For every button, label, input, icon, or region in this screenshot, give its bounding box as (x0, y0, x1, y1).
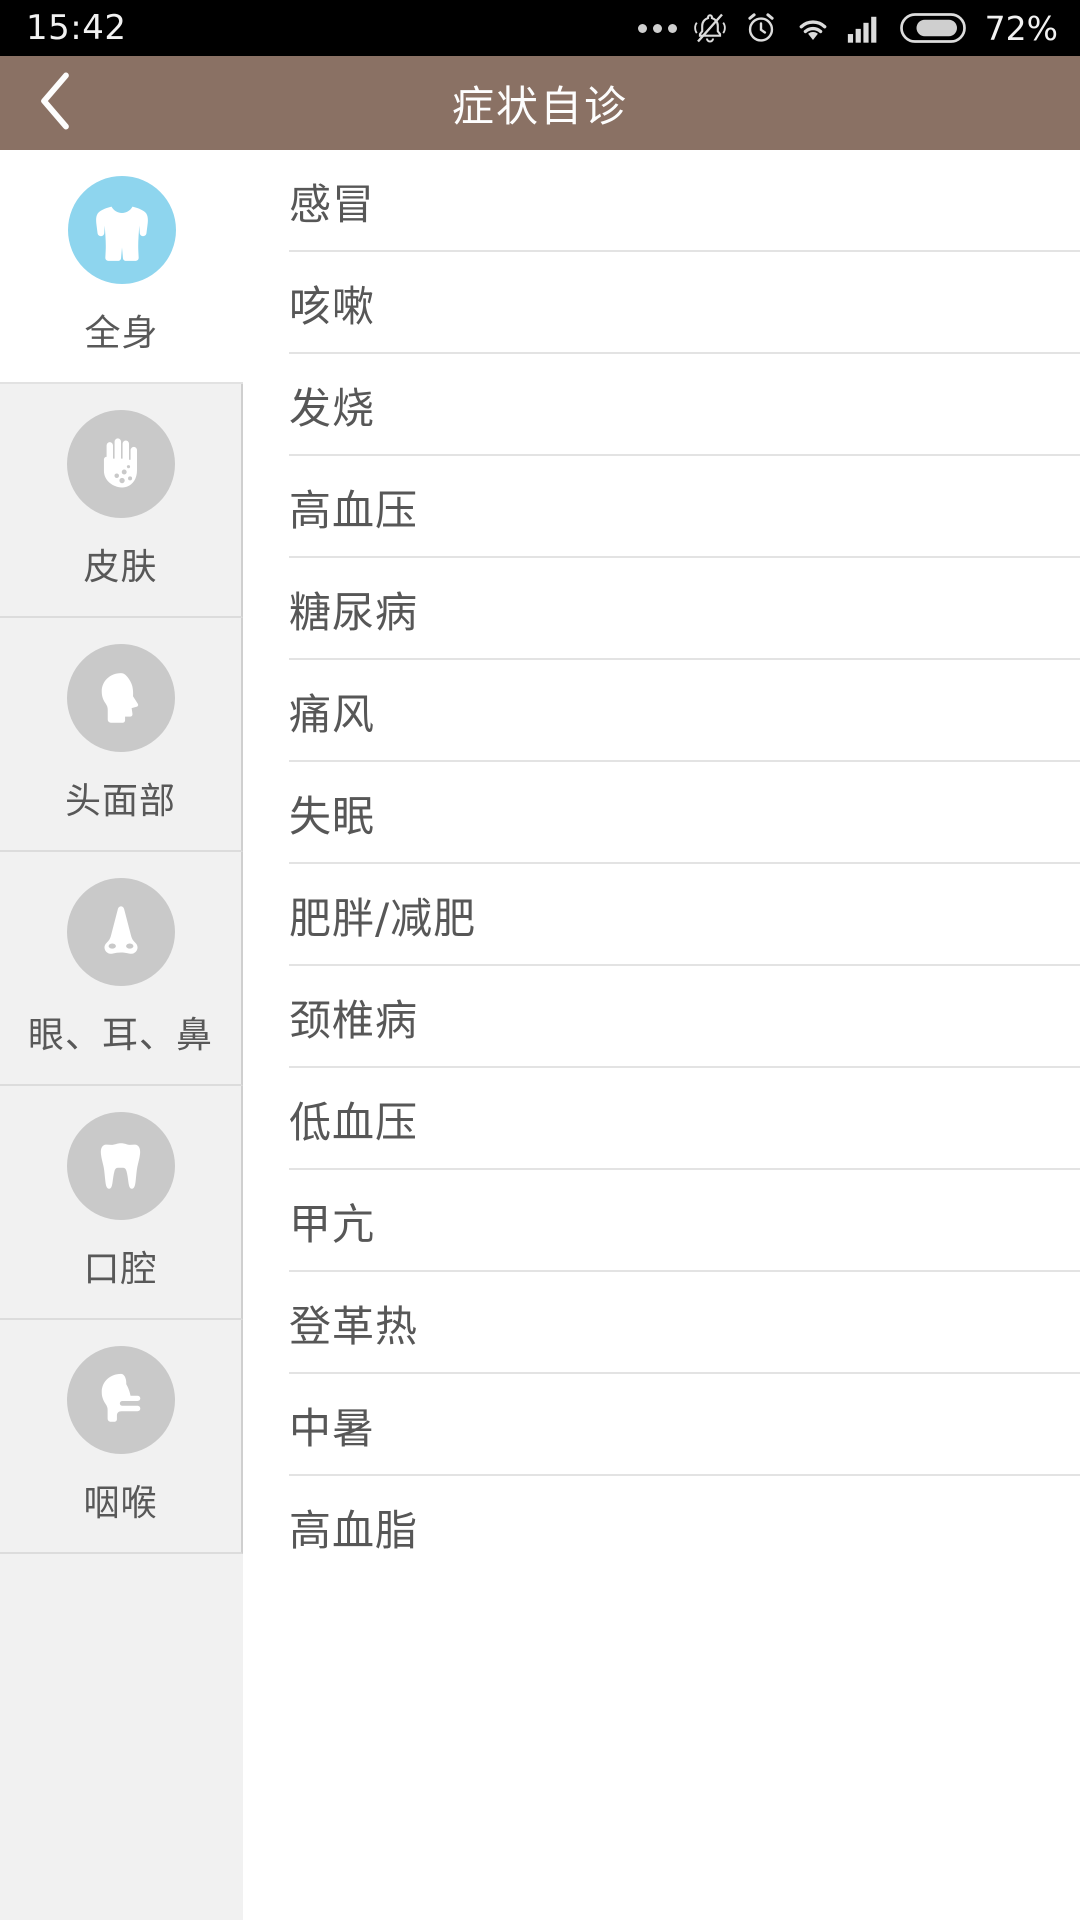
alarm-clock-icon (743, 10, 779, 46)
list-item[interactable]: 低血压 (243, 1068, 1080, 1170)
torso-body-icon (67, 176, 176, 284)
list-item-label: 低血压 (289, 1097, 419, 1147)
tooth-icon (66, 1112, 175, 1220)
status-bar: 15:42 72% (0, 0, 1080, 56)
list-item-label: 糖尿病 (289, 587, 419, 637)
nose-icon (66, 878, 175, 986)
list-item[interactable]: 登革热 (243, 1272, 1080, 1374)
list-item[interactable]: 感冒 (243, 150, 1080, 252)
sidebar-item-quanshen[interactable]: 全身 (0, 150, 243, 384)
list-item[interactable]: 咳嗽 (243, 252, 1080, 354)
list-item-label: 高血压 (289, 485, 419, 535)
sidebar-item-label: 头面部 (64, 781, 176, 822)
list-item[interactable]: 高血压 (243, 456, 1080, 558)
list-item[interactable]: 糖尿病 (243, 558, 1080, 660)
list-item-label: 肥胖/减肥 (289, 893, 477, 943)
status-time: 15:42 (26, 8, 127, 48)
sidebar-item-pifu[interactable]: 皮肤 (0, 384, 243, 618)
signal-bars-icon (847, 12, 885, 44)
sidebar-item-label: 全身 (84, 313, 159, 354)
list-item[interactable]: 发烧 (243, 354, 1080, 456)
sidebar-item-yanerbi[interactable]: 眼、耳、鼻 (0, 852, 243, 1086)
list-item-label: 甲亢 (289, 1199, 376, 1249)
list-item[interactable]: 中暑 (243, 1374, 1080, 1476)
head-profile-icon (66, 644, 175, 752)
bell-muted-icon (692, 10, 728, 46)
sidebar-item-label: 口腔 (83, 1249, 158, 1290)
main-content: 全身 皮肤 头面部 眼、耳、鼻 口腔 咽喉 感冒 咳嗽 发烧 高血压 糖尿病 痛… (0, 150, 1080, 1920)
hand-rash-icon (66, 410, 175, 518)
list-item[interactable]: 痛风 (243, 660, 1080, 762)
sidebar-item-yanhou[interactable]: 咽喉 (0, 1320, 243, 1554)
list-item-label: 发烧 (289, 383, 376, 433)
list-item[interactable]: 高血脂 (243, 1476, 1080, 1578)
list-item-label: 感冒 (289, 179, 376, 229)
status-icons: 72% (637, 8, 1058, 48)
list-item-label: 高血脂 (289, 1505, 419, 1555)
sidebar-item-label: 咽喉 (83, 1483, 158, 1524)
list-item-label: 咳嗽 (289, 281, 376, 331)
list-item[interactable]: 失眠 (243, 762, 1080, 864)
list-item[interactable]: 颈椎病 (243, 966, 1080, 1068)
list-item-label: 颈椎病 (289, 995, 419, 1045)
list-item[interactable]: 甲亢 (243, 1170, 1080, 1272)
app-header: 症状自诊 (0, 56, 1080, 150)
sidebar-item-kouqiang[interactable]: 口腔 (0, 1086, 243, 1320)
app-screen: 15:42 72% 症状自诊 全身 皮肤 头面部 眼、耳、鼻 口腔 咽喉 感冒 … (0, 0, 1080, 1920)
more-dots-icon (637, 23, 677, 33)
throat-head-icon (66, 1346, 175, 1454)
list-item-label: 痛风 (289, 689, 376, 739)
battery-percent-label: 72% (984, 8, 1058, 48)
symptom-list: 感冒 咳嗽 发烧 高血压 糖尿病 痛风 失眠 肥胖/减肥 颈椎病 低血压 甲亢 … (243, 150, 1080, 1920)
category-sidebar: 全身 皮肤 头面部 眼、耳、鼻 口腔 咽喉 (0, 150, 243, 1920)
list-item[interactable]: 肥胖/减肥 (243, 864, 1080, 966)
page-title: 症状自诊 (451, 81, 628, 131)
sidebar-item-toumianbu[interactable]: 头面部 (0, 618, 243, 852)
list-item-label: 中暑 (289, 1403, 376, 1453)
battery-icon (899, 11, 966, 45)
sidebar-item-label: 皮肤 (83, 547, 158, 588)
list-item-label: 失眠 (289, 791, 376, 841)
sidebar-item-label: 眼、耳、鼻 (27, 1015, 213, 1056)
list-item-label: 登革热 (289, 1301, 419, 1351)
wifi-icon (794, 11, 832, 45)
